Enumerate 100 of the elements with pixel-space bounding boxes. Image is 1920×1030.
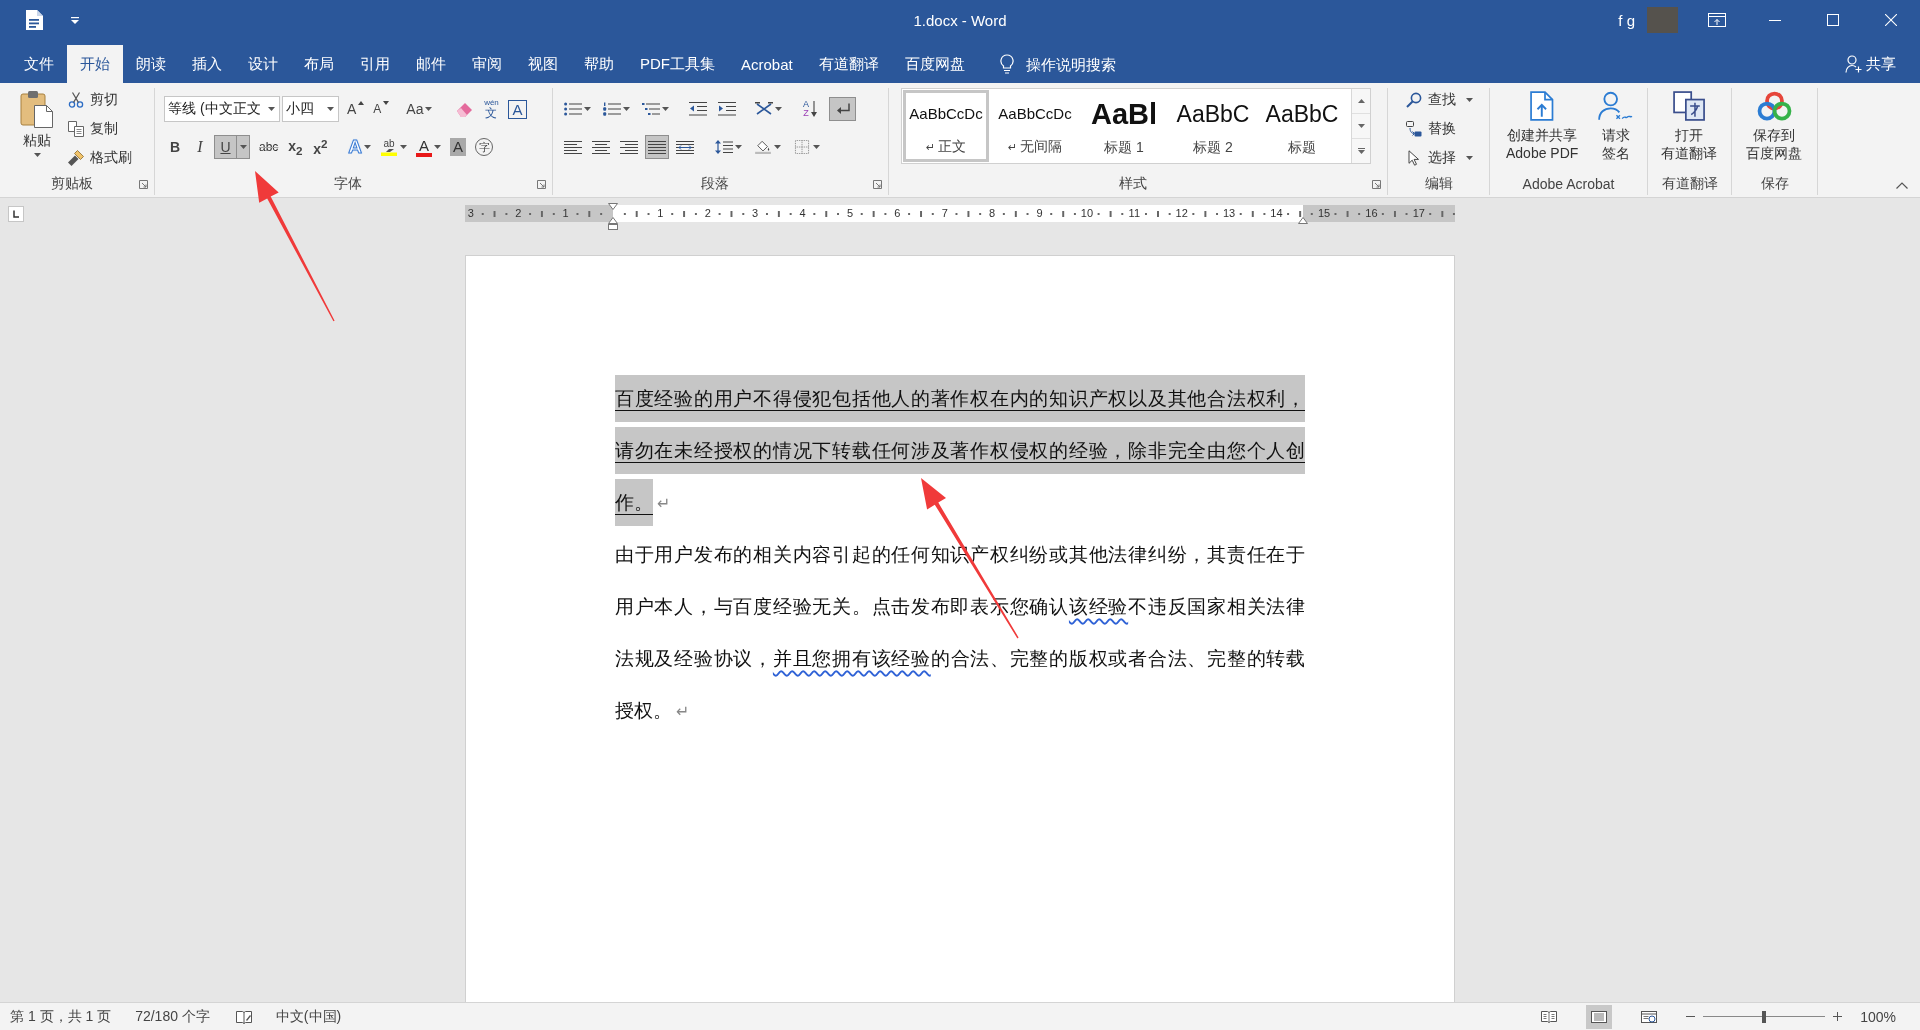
hanging-indent-icon[interactable] bbox=[608, 217, 618, 224]
style-gallery-item[interactable]: AaBbCcDc ↵ 正文 bbox=[903, 90, 989, 162]
group-label: 编辑 bbox=[1424, 175, 1453, 193]
format-painter-button[interactable]: 格式刷 bbox=[66, 146, 134, 170]
grow-font-button[interactable]: A bbox=[344, 97, 368, 121]
ribbon-tab[interactable]: 审阅 bbox=[459, 45, 515, 83]
highlighter-icon bbox=[380, 148, 399, 156]
page-count[interactable]: 第 1 页，共 1 页 bbox=[10, 1007, 112, 1026]
shrink-font-button[interactable]: A bbox=[370, 97, 393, 121]
web-page-icon bbox=[1641, 1010, 1658, 1023]
ribbon-tab[interactable]: 朗读 bbox=[123, 45, 179, 83]
create-pdf-button[interactable]: 创建并共享 Adobe PDF bbox=[1502, 88, 1583, 165]
underline-button[interactable]: U bbox=[214, 135, 236, 159]
font-size-field[interactable]: 小四 bbox=[282, 96, 339, 122]
caret-down-icon bbox=[383, 101, 390, 105]
gallery-scroll-down-button[interactable] bbox=[1352, 113, 1370, 138]
indent-icon bbox=[718, 102, 736, 116]
sort-button[interactable]: A Z bbox=[799, 97, 821, 121]
language-indicator[interactable]: 中文(中国) bbox=[275, 1007, 342, 1026]
ribbon-tab[interactable]: 百度网盘 bbox=[891, 45, 978, 83]
caret-icon bbox=[425, 107, 433, 111]
dialog-launcher-icon[interactable] bbox=[139, 179, 148, 189]
superscript-button[interactable]: x$^{2}$ bbox=[309, 135, 332, 159]
print-layout-button[interactable] bbox=[1586, 1004, 1613, 1029]
justify-button[interactable] bbox=[645, 135, 669, 159]
dialog-launcher-icon[interactable] bbox=[537, 179, 546, 189]
lightbulb-icon[interactable] bbox=[999, 54, 1014, 74]
ruler-number: 6 bbox=[894, 207, 901, 220]
ribbon-tab[interactable]: 文件 bbox=[11, 45, 67, 83]
ribbon-tab[interactable]: 设计 bbox=[235, 45, 291, 83]
phonetic-guide-button[interactable]: wén 文 bbox=[480, 97, 503, 121]
ribbon-tab[interactable]: PDF工具集 bbox=[627, 45, 728, 83]
user-name[interactable]: f g bbox=[1618, 11, 1635, 29]
ruler-number: 1 bbox=[562, 207, 569, 220]
save-to-cloud-button[interactable]: 保存到 百度网盘 bbox=[1742, 88, 1806, 165]
proofing-icon[interactable] bbox=[235, 1009, 252, 1024]
bold-button[interactable]: B bbox=[164, 135, 186, 159]
caret-down-icon bbox=[1357, 124, 1365, 128]
caret-icon bbox=[33, 153, 41, 157]
open-translator-button[interactable]: 打开 有道翻译 bbox=[1657, 88, 1721, 165]
cut-button[interactable]: 剪切 bbox=[66, 88, 134, 112]
caret-icon bbox=[1466, 156, 1473, 160]
zoom-in-icon[interactable] bbox=[1833, 1012, 1843, 1021]
paragraph-mark: ↵ bbox=[676, 701, 690, 723]
dialog-launcher-icon[interactable] bbox=[1372, 179, 1381, 189]
tell-me-field[interactable]: 操作说明搜索 bbox=[1025, 45, 1136, 83]
crossed-arrows-icon bbox=[755, 102, 773, 116]
document-app-icon[interactable] bbox=[25, 10, 43, 30]
zoom-level[interactable]: 100% bbox=[1860, 1008, 1896, 1025]
text-line: 法规及经验协议，并且您拥有该经验的合法、完整的版权或者合法、完整的转载 bbox=[615, 647, 1305, 671]
character-border-button[interactable]: A bbox=[505, 97, 530, 121]
underline-options-button[interactable] bbox=[236, 135, 250, 159]
request-signature-button[interactable]: 请求 签名 bbox=[1594, 88, 1637, 165]
minimize-icon bbox=[1769, 19, 1781, 21]
subscript-button[interactable]: x$_{2}$ bbox=[284, 135, 307, 159]
zoom-slider-thumb[interactable] bbox=[1762, 1010, 1767, 1023]
share-button[interactable]: 共享 bbox=[1841, 45, 1900, 83]
show-formatting-marks-button[interactable] bbox=[829, 97, 856, 121]
change-case-button[interactable]: Aa bbox=[403, 97, 436, 121]
italic-button[interactable]: I bbox=[189, 135, 211, 159]
customize-toolbar-icon[interactable] bbox=[71, 16, 79, 24]
copy-button[interactable]: 复制 bbox=[66, 117, 134, 141]
ribbon-tab[interactable]: 视图 bbox=[515, 45, 571, 83]
ribbon-tab[interactable]: 帮助 bbox=[571, 45, 627, 83]
gallery-scroll-up-button[interactable] bbox=[1352, 89, 1370, 113]
document-upload-icon bbox=[1530, 91, 1554, 121]
paint-bucket-icon bbox=[754, 140, 772, 154]
find-button[interactable]: 查找 bbox=[1404, 88, 1489, 112]
ruler-number: 12 bbox=[1175, 207, 1188, 220]
ribbon-tab[interactable]: 邮件 bbox=[403, 45, 459, 83]
group-label: 有道翻译 bbox=[1661, 175, 1718, 193]
font-color-button[interactable]: A bbox=[413, 135, 445, 159]
dialog-launcher-icon[interactable] bbox=[873, 179, 882, 189]
gallery-more-button[interactable] bbox=[1352, 138, 1370, 163]
ruler-number: 3 bbox=[752, 207, 759, 220]
caret-icon bbox=[268, 107, 275, 111]
ribbon-tab[interactable]: 开始 bbox=[67, 45, 123, 83]
replace-button[interactable]: 替换 bbox=[1404, 117, 1489, 141]
right-indent-icon[interactable] bbox=[1298, 217, 1308, 224]
ribbon-tab[interactable]: 引用 bbox=[347, 45, 403, 83]
caret-icon bbox=[662, 107, 669, 111]
paste-button[interactable]: 粘贴 bbox=[14, 88, 60, 170]
left-indent-icon[interactable] bbox=[608, 224, 618, 230]
highlight-button[interactable]: ab bbox=[377, 135, 411, 159]
word-count[interactable]: 72/180 个字 bbox=[135, 1007, 210, 1026]
line-spacing-icon bbox=[715, 140, 733, 154]
font-name-field[interactable]: 等线 (中文正文 bbox=[164, 96, 280, 122]
collapse-ribbon-icon[interactable] bbox=[1896, 182, 1908, 189]
ribbon-tab[interactable]: Acrobat bbox=[728, 45, 806, 83]
ribbon-tab[interactable]: 有道翻译 bbox=[805, 45, 892, 83]
ribbon-tab[interactable]: 布局 bbox=[291, 45, 347, 83]
color-bar-icon bbox=[416, 152, 433, 157]
ribbon-tab[interactable]: 插入 bbox=[179, 45, 235, 83]
caret-icon bbox=[400, 145, 408, 149]
open-book-icon bbox=[1541, 1010, 1558, 1023]
first-line-indent-icon[interactable] bbox=[608, 203, 618, 210]
tab-stop-selector-icon[interactable] bbox=[8, 206, 24, 222]
select-button[interactable]: 选择 bbox=[1404, 146, 1489, 170]
person-signature-icon bbox=[1598, 91, 1633, 121]
caret-icon bbox=[623, 107, 630, 111]
